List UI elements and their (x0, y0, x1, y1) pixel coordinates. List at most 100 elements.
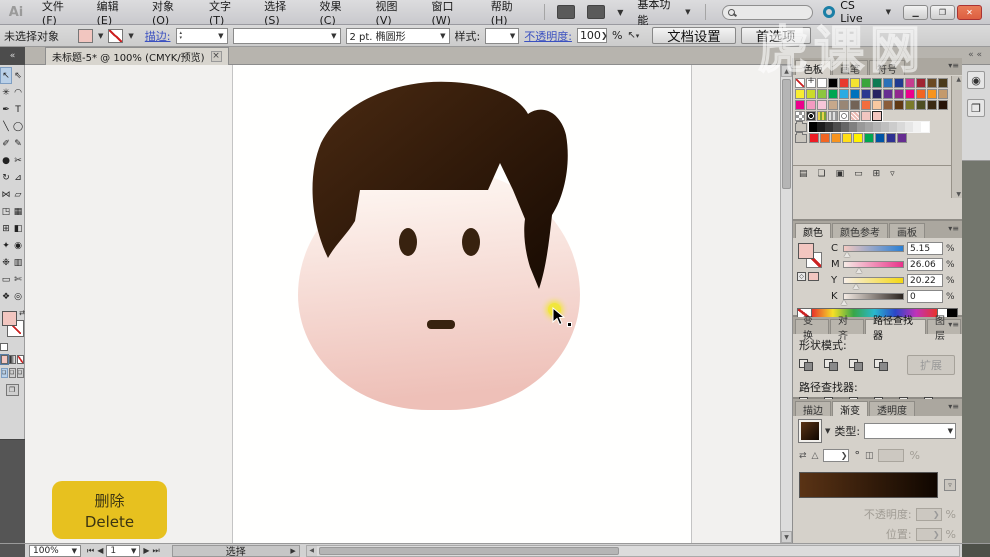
panel-tab[interactable]: 描边 (795, 401, 831, 416)
swatch[interactable] (795, 89, 805, 99)
scroll-left-icon[interactable]: ◀ (307, 546, 317, 556)
swatch[interactable] (927, 100, 937, 110)
panel-tab[interactable]: 变换 (795, 319, 829, 334)
swatch[interactable] (806, 100, 816, 110)
swatch[interactable] (861, 89, 871, 99)
stroke-color-swatch[interactable] (108, 29, 123, 43)
swatch[interactable] (842, 133, 852, 143)
gamut-warning[interactable]: ◇ (797, 272, 819, 281)
draw-inside-button[interactable]: ❏ (17, 368, 24, 378)
panel-tab[interactable]: 透明度 (869, 401, 915, 416)
brush-definition-select[interactable]: 2 pt. 椭圆形 ▼ (346, 28, 450, 44)
menu-item[interactable]: 编辑(E) (88, 0, 143, 25)
draw-normal-button[interactable]: ❏ (1, 368, 8, 378)
delete-stop-icon[interactable]: ▿ (944, 479, 956, 491)
swatch[interactable] (828, 100, 838, 110)
swatch[interactable] (861, 111, 871, 121)
channel-slider[interactable] (843, 277, 904, 284)
default-fill-stroke-icon[interactable] (0, 343, 8, 351)
blend-tool[interactable]: ◉ (12, 237, 24, 254)
swatch-options-icon[interactable]: ▣ (836, 169, 845, 179)
swatch[interactable] (938, 89, 948, 99)
swatch[interactable] (905, 78, 915, 88)
swatch[interactable] (850, 78, 860, 88)
appearance-panel-icon[interactable]: ◉ (967, 71, 985, 89)
swatch[interactable] (795, 111, 805, 121)
panel-tab[interactable]: 颜色 (795, 223, 831, 238)
unite-icon[interactable] (799, 359, 815, 372)
channel-slider[interactable] (843, 245, 904, 252)
mouth-shape[interactable] (427, 320, 455, 329)
swatch[interactable] (857, 122, 865, 132)
minimize-button[interactable]: ▁ (903, 5, 928, 20)
slice-tool[interactable]: ✄ (12, 271, 24, 288)
swatch[interactable] (916, 78, 926, 88)
zoom-level-select[interactable]: 100% ▼ (29, 545, 81, 557)
graph-tool[interactable]: ▥ (12, 254, 24, 271)
first-artboard-icon[interactable]: ⏮ (87, 546, 94, 556)
swatch[interactable] (921, 122, 929, 132)
rotate-tool[interactable]: ↻ (0, 169, 12, 186)
panel-tab[interactable]: 路径查找器 (865, 319, 926, 334)
fill-swatch[interactable] (2, 311, 17, 326)
menu-item[interactable]: 视图(V) (367, 0, 423, 25)
swatch-libraries-icon[interactable]: ▤ (799, 169, 808, 179)
left-eye-shape[interactable] (399, 228, 417, 256)
swatch[interactable] (894, 100, 904, 110)
swatch[interactable] (820, 133, 830, 143)
reverse-gradient-icon[interactable]: ⇄ (799, 451, 807, 461)
chevron-down-icon[interactable]: ▼ (617, 8, 623, 17)
swatch[interactable] (916, 100, 926, 110)
swatch[interactable] (861, 100, 871, 110)
artboard-tool[interactable]: ▭ (0, 271, 12, 288)
color-group-icon[interactable]: ❏ (818, 169, 826, 179)
cartoon-hair-shape[interactable] (303, 73, 573, 313)
swatch[interactable] (817, 78, 827, 88)
fill-stroke-indicator[interactable]: ◇ (797, 242, 827, 276)
swatches-scrollbar[interactable]: ▲ ▼ (951, 76, 962, 198)
graphic-styles-panel-icon[interactable]: ❐ (967, 99, 985, 117)
color-button[interactable] (1, 355, 8, 364)
chevron-down-icon[interactable]: ▼ (825, 427, 830, 435)
swatch[interactable] (894, 78, 904, 88)
swatch[interactable] (864, 133, 874, 143)
swatch[interactable] (828, 111, 838, 121)
collapse-dock-icon[interactable]: « « (968, 50, 982, 60)
panel-tab[interactable]: 色板 (795, 60, 831, 75)
stroke-weight-link[interactable]: 描边: (145, 28, 171, 44)
fill-color-swatch[interactable] (78, 29, 93, 43)
stepper-icon[interactable]: ▴▾ (180, 31, 183, 41)
shape-builder-tool[interactable]: ◳ (0, 203, 12, 220)
swatch[interactable] (841, 122, 849, 132)
swatch[interactable] (881, 122, 889, 132)
next-artboard-icon[interactable]: ▶ (143, 546, 149, 555)
swatch[interactable] (806, 78, 816, 88)
variable-width-profile-select[interactable]: ▼ (233, 28, 341, 44)
artboard-number-select[interactable]: 1 ▼ (106, 545, 140, 557)
document-setup-button[interactable]: 文档设置 (652, 27, 735, 44)
channel-value[interactable]: 0 (907, 290, 943, 303)
swatch[interactable] (905, 89, 915, 99)
panel-menu-icon[interactable]: ▾≡ (948, 402, 959, 411)
swatch[interactable] (865, 122, 873, 132)
fill-swatch[interactable] (798, 243, 814, 259)
symbol-sprayer-tool[interactable]: ❉ (0, 254, 12, 271)
delete-swatch-icon[interactable]: ▿ (890, 169, 895, 179)
stroke-weight-select[interactable]: ▴▾ ▼ (176, 28, 228, 44)
gradient-button[interactable] (9, 355, 16, 364)
gradient-slider-bar[interactable] (799, 472, 938, 498)
slider-thumb[interactable] (856, 268, 862, 273)
swatch[interactable] (817, 111, 827, 121)
type-tool[interactable]: T (12, 101, 24, 118)
swatch[interactable] (905, 122, 913, 132)
hand-tool[interactable]: ❖ (0, 288, 12, 305)
ellipse-tool[interactable]: ◯ (12, 118, 24, 135)
arrange-documents-icon[interactable] (557, 5, 575, 19)
swatch[interactable] (817, 122, 825, 132)
swatch[interactable] (894, 89, 904, 99)
slider-thumb[interactable] (841, 300, 847, 305)
swatch[interactable] (873, 122, 881, 132)
panel-menu-icon[interactable]: ▾≡ (948, 61, 959, 70)
paintbrush-tool[interactable]: ✐ (0, 135, 12, 152)
blob-brush-tool[interactable]: ● (0, 152, 12, 169)
